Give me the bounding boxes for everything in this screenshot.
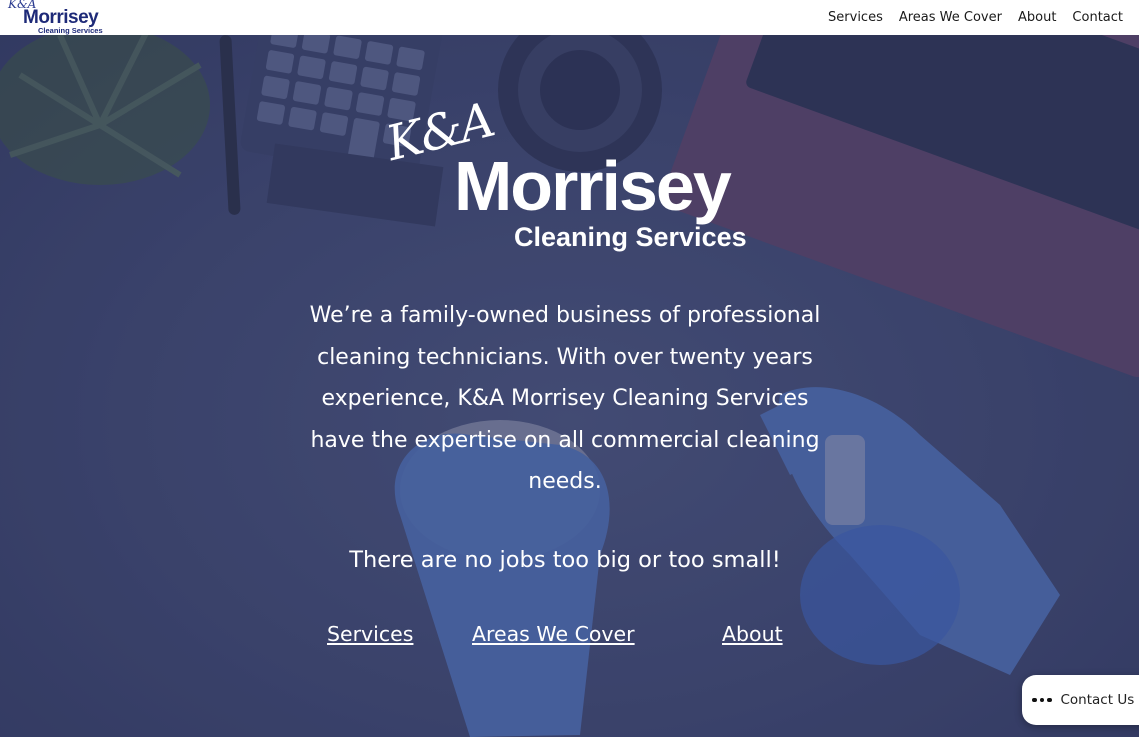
hero-about-link[interactable]: About bbox=[722, 622, 783, 646]
main-nav: Services Areas We Cover About Contact bbox=[828, 0, 1123, 35]
nav-contact-link[interactable]: Contact bbox=[1072, 10, 1123, 25]
logo-sub-text: Cleaning Services bbox=[38, 26, 103, 35]
intro-paragraph: We’re a family-owned business of profess… bbox=[309, 303, 821, 494]
tagline: There are no jobs too big or too small! bbox=[349, 547, 781, 573]
hero-services-link[interactable]: Services bbox=[327, 622, 413, 646]
nav-services-link[interactable]: Services bbox=[828, 10, 883, 25]
hero-areas-link[interactable]: Areas We Cover bbox=[472, 622, 635, 646]
more-dots-icon bbox=[1032, 697, 1052, 703]
hero-logo: K&A Morrisey Cleaning Services bbox=[380, 92, 760, 260]
hero-section: K&A Morrisey Cleaning Services We’re a f… bbox=[0, 35, 1139, 737]
site-logo[interactable]: K&A Morrisey Cleaning Services bbox=[6, 0, 103, 35]
site-header: K&A Morrisey Cleaning Services Services … bbox=[0, 0, 1139, 35]
contact-us-label: Contact Us bbox=[1060, 692, 1135, 708]
hero-logo-sub: Cleaning Services bbox=[514, 222, 747, 252]
contact-us-widget[interactable]: Contact Us bbox=[1022, 675, 1139, 725]
hero-logo-name: Morrisey bbox=[454, 147, 732, 225]
nav-areas-link[interactable]: Areas We Cover bbox=[899, 10, 1002, 25]
nav-about-link[interactable]: About bbox=[1018, 10, 1056, 25]
